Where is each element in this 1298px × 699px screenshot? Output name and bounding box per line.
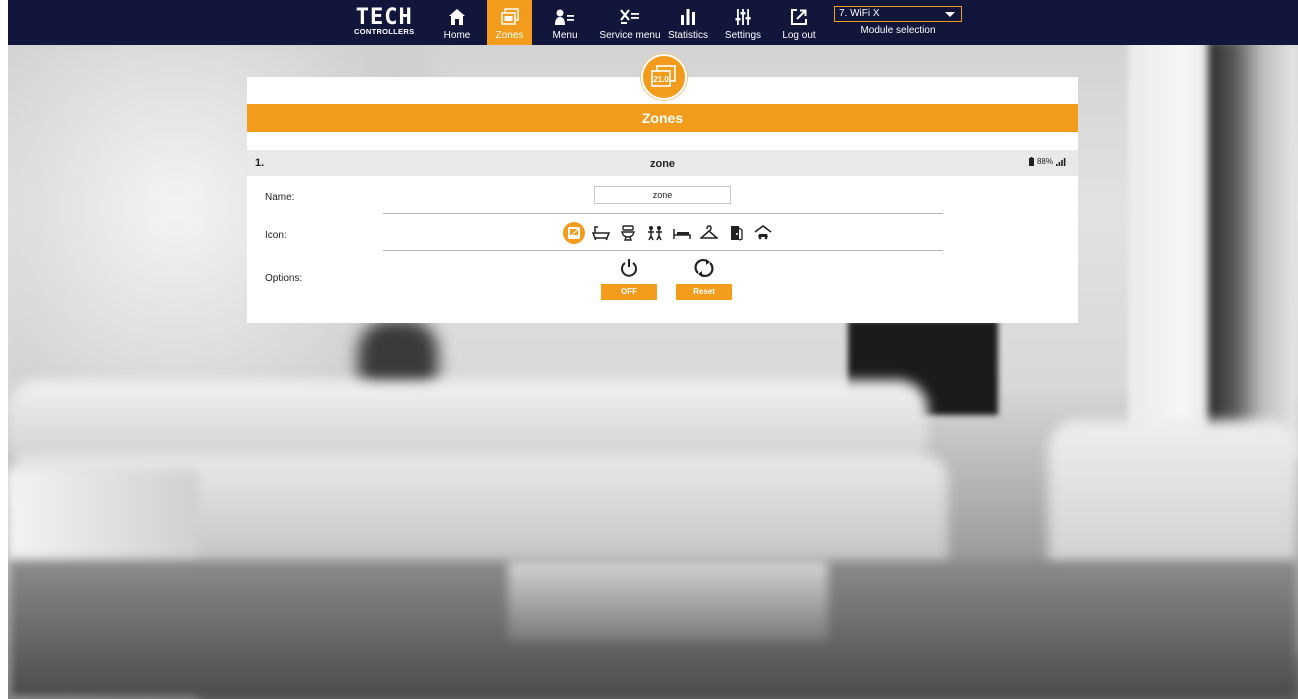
signal-icon [1056,157,1066,166]
zones-icon [500,5,519,29]
nav-settings[interactable]: Settings [723,0,763,45]
home-icon [448,5,466,29]
logout-icon [790,5,808,29]
door-icon[interactable] [725,222,747,244]
name-label: Name: [265,192,295,203]
nav-statistics[interactable]: Statistics [666,0,710,45]
zone-default-icon[interactable] [563,222,585,244]
zone-name: zone [649,158,676,170]
garage-icon[interactable] [752,222,774,244]
module-selector: 7. WiFi X Module selection [834,6,962,36]
reset-button[interactable]: Reset [676,284,732,300]
panel-title: Zones [247,104,1078,132]
toilet-icon[interactable] [617,222,639,244]
nav-service-menu-label: Service menu [599,30,661,41]
module-selected-value: 7. WiFi X [839,8,880,19]
temperature-display-icon: 21.0 [651,65,676,87]
statistics-icon [679,5,697,29]
module-select[interactable]: 7. WiFi X [834,6,962,22]
menu-icon [555,5,575,29]
nav-statistics-label: Statistics [667,30,708,41]
zone-name-input[interactable] [594,186,731,204]
battery-level: 88% [1036,157,1053,166]
zone-status: 88% [1028,157,1066,166]
children-icon[interactable] [644,222,666,244]
nav-service-menu[interactable]: Service menu [598,0,662,45]
settings-sliders-icon [734,5,752,29]
reset-icon [694,259,714,277]
reset-option: Reset [676,258,732,300]
bed-icon[interactable] [671,222,693,244]
nav-home[interactable]: Home [440,0,474,45]
nav-zones-label: Zones [495,30,524,41]
badge-value: 21.0 [653,75,669,84]
nav-home-label: Home [443,30,471,41]
icon-label: Icon: [265,230,287,241]
service-menu-icon [619,5,641,29]
module-selection-label: Module selection [860,25,936,36]
zone-header: 1. zone 88% [247,150,1078,176]
divider [383,250,943,251]
bathtub-icon[interactable] [590,222,612,244]
icon-picker [563,222,774,244]
battery-icon [1028,157,1034,166]
logo-sub: CONTROLLERS [354,27,415,36]
hanger-icon[interactable] [698,222,720,244]
nav-settings-label: Settings [724,30,762,41]
zones-panel: Zones 1. zone 88% Name: Icon: [247,77,1078,323]
off-option: OFF [601,258,657,300]
logo-main: TECH [355,5,413,30]
zones-badge: 21.0 [641,54,687,100]
divider [383,213,943,214]
nav-zones[interactable]: Zones [487,0,532,45]
nav-menu[interactable]: Menu [550,0,580,45]
nav-menu-label: Menu [552,30,578,41]
options-label: Options: [265,273,303,284]
tech-logo: TECH CONTROLLERS [354,5,415,37]
nav-logout[interactable]: Log out [780,0,818,45]
power-icon [621,259,637,277]
nav-logout-label: Log out [782,30,816,41]
caret-down-icon [945,12,955,17]
off-button[interactable]: OFF [601,284,657,300]
